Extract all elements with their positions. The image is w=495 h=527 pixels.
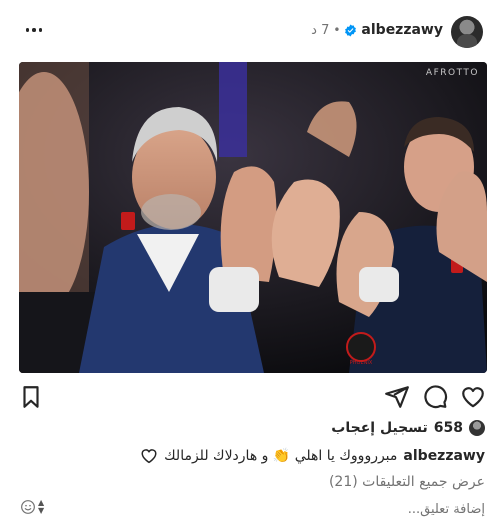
share-button[interactable] xyxy=(384,384,410,410)
bookmark-icon xyxy=(23,386,39,408)
verified-icon xyxy=(345,24,357,36)
separator-dot: • xyxy=(333,23,341,37)
save-button[interactable] xyxy=(18,384,44,410)
likes-label: تسجيل إعجاب xyxy=(331,420,428,436)
avatar[interactable] xyxy=(451,16,483,48)
caption-username[interactable]: albezzawy xyxy=(403,448,485,464)
emoji-icon xyxy=(21,500,35,514)
like-button[interactable] xyxy=(460,384,486,410)
liker-avatar xyxy=(469,420,485,436)
post-meta: albezzawy • 7 د xyxy=(311,22,443,38)
add-comment-bar: ▲▼ xyxy=(0,496,495,522)
likes-summary[interactable]: 658 تسجيل إعجاب xyxy=(331,420,485,436)
badge-label: PHOENIX xyxy=(350,360,373,366)
more-horizontal-icon xyxy=(38,28,42,32)
post-header: albezzawy • 7 د xyxy=(0,0,495,62)
action-bar xyxy=(0,382,495,412)
comment-icon xyxy=(424,385,448,409)
caption-text: مبرروووك يا اهلي 👏 و هاردلاك للزمالك xyxy=(164,448,398,464)
post-image[interactable]: PHOENIX AFROTTO xyxy=(19,62,487,373)
watermark: AFROTTO xyxy=(425,68,479,78)
view-all-comments-link[interactable]: عرض جميع التعليقات (21) xyxy=(329,474,485,490)
photo-illustration: PHOENIX xyxy=(19,62,487,373)
send-icon xyxy=(385,386,409,408)
username[interactable]: albezzawy xyxy=(361,22,443,38)
caption: albezzawy مبرروووك يا اهلي 👏 و هاردلاك ل… xyxy=(140,447,485,465)
post-time[interactable]: 7 د xyxy=(311,23,329,38)
comment-button[interactable] xyxy=(422,384,448,410)
emoji-button[interactable]: ▲ ▼ xyxy=(20,499,44,515)
caret-updown-icon: ▲ ▼ xyxy=(38,498,45,515)
comment-input[interactable] xyxy=(65,498,485,520)
more-options-button[interactable] xyxy=(20,22,42,38)
likes-count: 658 xyxy=(433,420,463,436)
caption-heart-icon[interactable] xyxy=(140,447,158,465)
heart-outline-icon xyxy=(462,387,484,408)
